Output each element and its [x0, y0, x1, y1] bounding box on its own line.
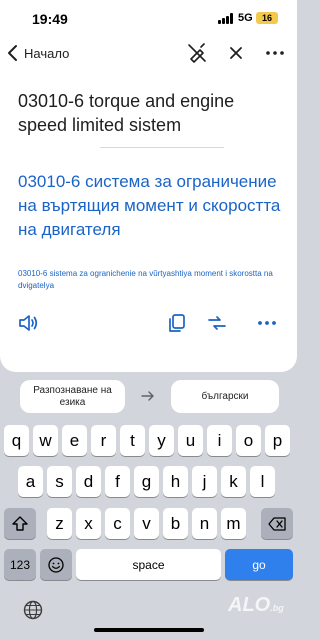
backspace-icon — [268, 516, 286, 531]
key-o[interactable]: o — [236, 425, 261, 456]
status-time: 19:49 — [32, 11, 68, 27]
backspace-key[interactable] — [261, 508, 293, 539]
arrow-right-icon — [141, 391, 154, 401]
swap-icon[interactable] — [206, 312, 228, 334]
key-t[interactable]: t — [120, 425, 145, 456]
globe-icon[interactable] — [22, 599, 44, 621]
key-a[interactable]: a — [18, 466, 43, 497]
go-key[interactable]: go — [225, 549, 293, 580]
key-s[interactable]: s — [47, 466, 72, 497]
copy-icon[interactable] — [166, 312, 188, 334]
network-label: 5G — [238, 12, 253, 24]
key-e[interactable]: e — [62, 425, 87, 456]
key-y[interactable]: y — [149, 425, 174, 456]
no-edit-icon[interactable] — [186, 42, 208, 64]
more-actions-icon[interactable] — [256, 312, 278, 334]
home-indicator — [94, 628, 204, 632]
target-language-button[interactable]: български — [171, 380, 279, 413]
chevron-left-icon — [8, 45, 17, 61]
key-w[interactable]: w — [33, 425, 58, 456]
speaker-icon[interactable] — [17, 312, 39, 334]
source-text[interactable]: 03010-6 torque and engine speed limited … — [18, 89, 280, 137]
more-icon[interactable] — [264, 42, 286, 64]
space-key[interactable]: space — [76, 549, 221, 580]
key-p[interactable]: p — [265, 425, 290, 456]
back-button[interactable]: Начало — [4, 40, 69, 66]
key-j[interactable]: j — [192, 466, 217, 497]
key-z[interactable]: z — [47, 508, 72, 539]
translation-text: 03010-6 система за ограничение на въртящ… — [18, 172, 281, 239]
key-g[interactable]: g — [134, 466, 159, 497]
key-l[interactable]: l — [250, 466, 275, 497]
key-i[interactable]: i — [207, 425, 232, 456]
watermark-logo: ALO.bg — [228, 594, 284, 617]
translation-panel: 19:49 5G 16 Начало 03010-6 torque and en… — [0, 0, 297, 372]
key-f[interactable]: f — [105, 466, 130, 497]
close-icon[interactable] — [225, 42, 247, 64]
key-x[interactable]: x — [76, 508, 101, 539]
back-label: Начало — [24, 45, 70, 61]
key-b[interactable]: b — [163, 508, 188, 539]
watermark-main: ALO — [228, 594, 271, 616]
key-k[interactable]: k — [221, 466, 246, 497]
key-q[interactable]: q — [4, 425, 29, 456]
watermark-suffix: .bg — [270, 603, 284, 613]
shift-key[interactable] — [4, 508, 36, 539]
battery-icon: 16 — [256, 12, 278, 24]
key-c[interactable]: c — [105, 508, 130, 539]
key-h[interactable]: h — [163, 466, 188, 497]
signal-icon — [218, 13, 234, 24]
app: 19:49 5G 16 Начало 03010-6 torque and en… — [0, 0, 297, 640]
key-d[interactable]: d — [76, 466, 101, 497]
transliteration-text: 03010-6 sistema za ogranichenie na vŭrty… — [18, 269, 273, 290]
emoji-icon — [48, 556, 64, 573]
top-nav: Начало — [0, 36, 297, 70]
emoji-key[interactable] — [40, 549, 72, 580]
numbers-key[interactable]: 123 — [4, 549, 36, 580]
key-v[interactable]: v — [134, 508, 159, 539]
key-n[interactable]: n — [192, 508, 217, 539]
status-bar: 19:49 5G 16 — [0, 0, 297, 36]
source-language-button[interactable]: Разпознаване на езика — [20, 380, 125, 413]
shift-icon — [12, 515, 28, 531]
key-u[interactable]: u — [178, 425, 203, 456]
divider — [100, 147, 224, 148]
key-r[interactable]: r — [91, 425, 116, 456]
key-m[interactable]: m — [221, 508, 246, 539]
